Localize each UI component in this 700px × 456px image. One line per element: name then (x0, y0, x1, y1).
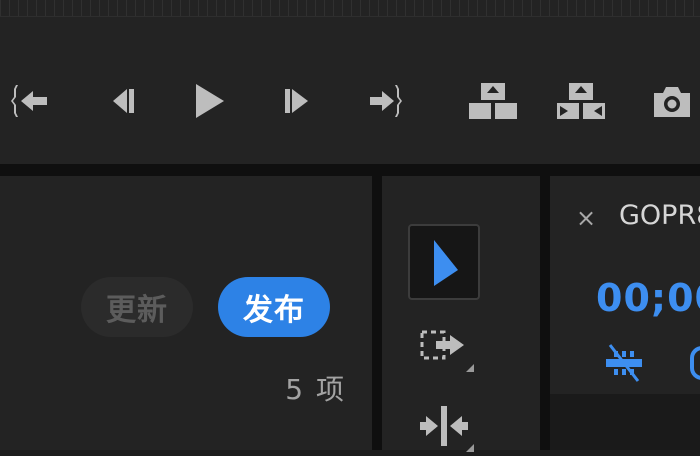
extract-icon (557, 83, 605, 119)
ripple-edit-tool[interactable] (408, 396, 480, 456)
tool-flyout-indicator (466, 364, 474, 372)
horizontal-divider[interactable] (0, 164, 700, 176)
camera-icon (654, 87, 690, 117)
track-select-forward-tool[interactable] (408, 316, 480, 376)
play-button[interactable] (178, 76, 238, 126)
track-select-icon (420, 330, 464, 360)
lift-button[interactable] (463, 76, 523, 126)
vertical-divider[interactable] (540, 176, 550, 450)
go-to-out-point-button[interactable] (353, 76, 413, 126)
export-frame-button[interactable] (642, 76, 700, 126)
step-back-icon (113, 89, 134, 113)
lift-icon (469, 83, 517, 119)
arrow-pointer-icon (434, 240, 458, 286)
go-to-in-icon (11, 85, 47, 117)
ruler-ticks (0, 0, 700, 16)
left-panel: 更新 发布 5 项 (0, 176, 372, 450)
play-icon (196, 84, 224, 118)
ruler-line (0, 16, 700, 17)
go-to-in-point-button[interactable] (2, 76, 62, 126)
tool-flyout-indicator (466, 444, 474, 452)
selection-tool[interactable] (408, 224, 480, 300)
timeline-track-area[interactable] (550, 394, 700, 450)
publish-button[interactable]: 发布 (218, 277, 330, 337)
linked-selection-icon[interactable] (690, 346, 700, 380)
snap-icon[interactable] (604, 343, 644, 387)
close-tab-icon[interactable]: × (576, 204, 596, 232)
transport-controls (0, 48, 700, 164)
step-back-button[interactable] (90, 76, 150, 126)
extract-button[interactable] (551, 76, 611, 126)
timeline-panel: × GOPR8 00;00 (550, 176, 700, 450)
time-ruler[interactable] (0, 0, 700, 49)
ripple-edit-icon (420, 406, 468, 446)
item-count: 5 项 (285, 373, 346, 406)
playhead-timecode[interactable]: 00;00 (596, 276, 700, 320)
vertical-divider[interactable] (372, 176, 382, 450)
go-to-out-icon (370, 85, 402, 117)
update-button[interactable]: 更新 (81, 277, 193, 337)
step-forward-button[interactable] (269, 76, 329, 126)
sequence-tab-title[interactable]: GOPR8 (619, 200, 700, 231)
step-forward-icon (285, 89, 308, 113)
tools-panel (382, 176, 540, 452)
